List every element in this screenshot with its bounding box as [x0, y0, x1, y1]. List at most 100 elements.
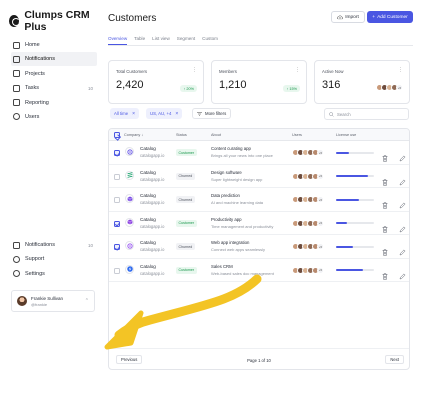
page-title: Customers	[108, 13, 157, 24]
more-vertical-icon[interactable]: ⋮	[398, 67, 403, 73]
users-avatar-group: +5	[292, 219, 324, 227]
table-row[interactable]: Catalog catalogapp.io Churned Data predicti…	[109, 188, 409, 212]
sidebar-item-reporting[interactable]: Reporting	[11, 96, 97, 110]
company-logo-icon	[125, 147, 134, 156]
active-avatar-group: +5	[376, 84, 403, 91]
arrow-down-icon: ↓	[141, 133, 144, 137]
more-vertical-icon[interactable]: ⋮	[295, 67, 300, 73]
sidebar-item-projects[interactable]: Projects	[11, 67, 97, 81]
sidebar-item-label: Notifications	[25, 242, 55, 248]
trash-icon[interactable]	[382, 220, 388, 233]
trash-icon[interactable]	[382, 149, 388, 162]
status-badge: Churned	[176, 196, 195, 203]
sidebar-item-users[interactable]: Users	[11, 110, 97, 124]
company-name: Catalog	[140, 263, 156, 269]
edit-pencil-icon[interactable]	[399, 267, 406, 279]
table-row[interactable]: Catalog catalogapp.io Churned Web app integ…	[109, 235, 409, 259]
edit-pencil-icon[interactable]	[399, 173, 406, 185]
avatar	[17, 296, 27, 306]
filter-chip-all-time[interactable]: All time ×	[110, 108, 140, 119]
company-name: Catalog	[140, 146, 156, 151]
more-vertical-icon[interactable]: ⋮	[192, 67, 197, 73]
sidebar-item-tasks[interactable]: Tasks 10	[11, 81, 97, 95]
row-checkbox[interactable]	[114, 220, 120, 227]
close-icon[interactable]: ×	[132, 111, 135, 117]
tab-table[interactable]: Table	[134, 36, 145, 45]
tab-custom[interactable]: Custom	[202, 36, 218, 45]
users-avatar-group: +5	[292, 243, 324, 250]
avatar-more-count: +5	[396, 84, 403, 91]
sidebar-item-label: Reporting	[25, 99, 49, 106]
edit-pencil-icon[interactable]	[399, 196, 406, 209]
layers-icon	[13, 70, 20, 78]
about-title: Web app integration	[211, 240, 250, 245]
stat-card-total-customers: Total Customers ⋮ 2,420 ↑ 20%	[108, 60, 204, 104]
stat-card-active-now: Active Now ⋮ 316 +5	[314, 60, 410, 104]
brand-logo-icon	[9, 15, 21, 27]
column-header-about: About	[211, 133, 221, 137]
stat-label: Active Now	[322, 69, 344, 74]
column-header-company[interactable]: Company ↓	[124, 133, 143, 137]
trash-icon[interactable]	[382, 267, 388, 280]
status-badge: Customer	[176, 219, 197, 227]
user-account-menu[interactable]: Frankie Sullivan @frankie ⌃	[11, 290, 95, 312]
sidebar-item-settings[interactable]: Settings	[11, 267, 97, 281]
about-title: Design software	[211, 169, 242, 175]
sidebar-item-home[interactable]: Home	[11, 38, 97, 52]
more-filters-label: More filters	[205, 111, 227, 116]
table-row[interactable]: Catalog catalogapp.io Customer Content cura…	[109, 141, 409, 165]
edit-pencil-icon[interactable]	[399, 220, 406, 232]
stat-card-members: Members ⋮ 1,210 ↑ 15%	[211, 60, 307, 104]
search-input[interactable]: Search	[324, 108, 409, 120]
row-checkbox[interactable]	[114, 173, 120, 180]
table-row[interactable]: Catalog catalogapp.io Churned Design softwa…	[109, 165, 409, 188]
table-row[interactable]: Catalog catalogapp.io Customer Productivity…	[109, 212, 409, 235]
import-label: Import	[345, 14, 359, 20]
edit-pencil-icon[interactable]	[399, 149, 406, 162]
sidebar-item-notifications[interactable]: Notifications	[11, 52, 97, 67]
column-header-label: Company	[124, 133, 141, 137]
trash-icon[interactable]	[382, 173, 388, 186]
more-filters-button[interactable]: More filters	[192, 108, 232, 119]
edit-pencil-icon[interactable]	[399, 243, 406, 256]
close-icon[interactable]: ×	[175, 111, 178, 117]
company-logo-icon	[125, 194, 134, 203]
sidebar-item-notifications-bottom[interactable]: Notifications 10	[11, 238, 97, 252]
about-title: Data prediction	[211, 193, 240, 198]
license-use-bar	[336, 198, 374, 201]
import-button[interactable]: Import	[331, 11, 365, 23]
stat-value: 2,420	[116, 79, 144, 91]
chevron-selector-icon: ⌃	[84, 298, 89, 304]
notifications-count-badge: 10	[87, 242, 93, 248]
plus-icon: +	[372, 14, 376, 20]
add-customer-button[interactable]: + Add Customer	[367, 11, 413, 23]
tab-segment[interactable]: Segment	[177, 36, 195, 45]
trash-icon[interactable]	[382, 243, 388, 256]
tasks-count-badge: 10	[87, 85, 93, 91]
filter-chip-countries[interactable]: US, AU, +4 ×	[146, 108, 183, 119]
cloud-upload-icon	[337, 15, 344, 19]
brand[interactable]: Clumps CRM Plus	[9, 9, 102, 33]
row-checkbox[interactable]	[114, 267, 120, 274]
tab-overview[interactable]: Overview	[108, 36, 128, 45]
about-description: Super lightweight design app	[211, 176, 263, 182]
table-header: Company ↓ Status About Users License use	[109, 129, 409, 141]
trash-icon[interactable]	[382, 196, 388, 209]
column-header-users: Users	[292, 133, 302, 137]
row-checkbox[interactable]	[114, 244, 120, 250]
next-page-button[interactable]: Next	[385, 355, 404, 364]
table-row[interactable]: Catalog catalogapp.io Customer Sales CRM Web…	[109, 259, 409, 282]
sidebar-item-support[interactable]: Support	[11, 252, 97, 266]
tab-list-view[interactable]: List view	[152, 36, 170, 45]
main-content: Customers Import + Add Customer Overview…	[108, 0, 418, 405]
row-checkbox[interactable]	[114, 150, 120, 156]
users-avatar-group: +5	[292, 172, 324, 180]
company-name: Catalog	[140, 193, 156, 198]
company-logo-icon	[125, 170, 134, 180]
sidebar-item-label: Support	[25, 256, 45, 263]
select-all-checkbox[interactable]	[114, 132, 120, 138]
company-url: catalogapp.io	[140, 270, 165, 276]
company-url: catalogapp.io	[140, 200, 165, 205]
trend-value: 15%	[289, 86, 297, 91]
row-checkbox[interactable]	[114, 197, 120, 203]
